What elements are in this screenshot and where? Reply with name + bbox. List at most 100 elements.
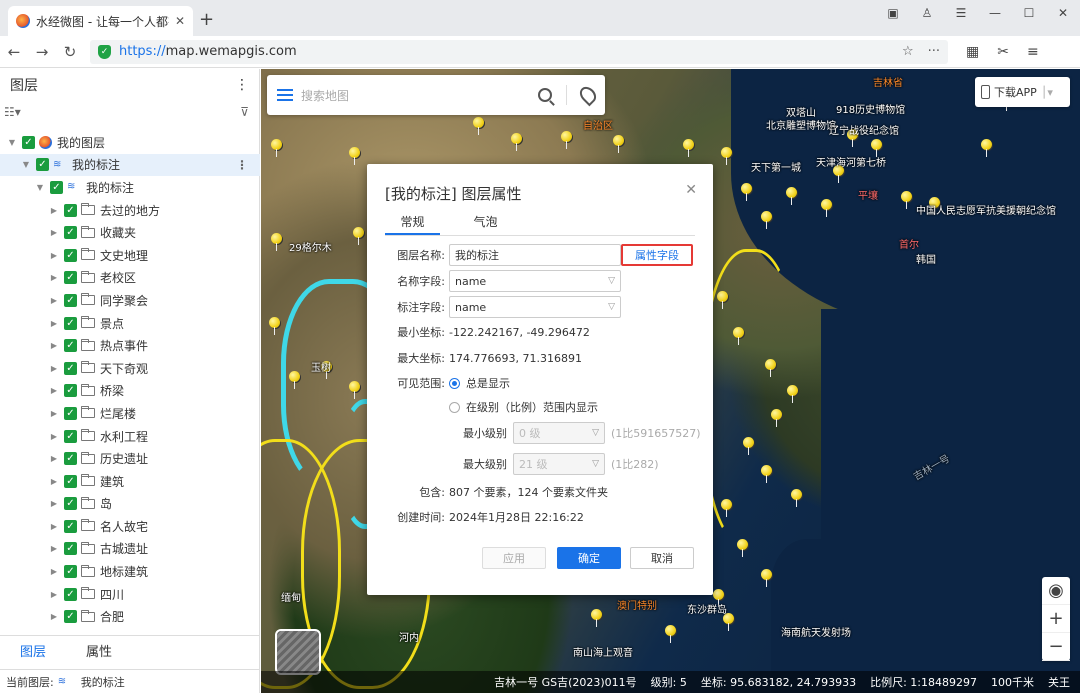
map-marker-pin[interactable]	[791, 489, 802, 507]
layer-name-input[interactable]: 我的标注	[449, 244, 621, 266]
layer-checkbox[interactable]: ✓	[64, 271, 77, 285]
map-marker-pin[interactable]	[787, 385, 798, 403]
map-marker-pin[interactable]	[591, 609, 602, 627]
layer-checkbox[interactable]: ✓	[64, 587, 77, 601]
layer-checkbox[interactable]: ✓	[64, 226, 77, 240]
map-marker-pin[interactable]	[511, 133, 522, 151]
chevron-right-icon[interactable]: ▶	[48, 228, 60, 237]
close-status-button[interactable]: 关王	[1048, 674, 1070, 690]
zoom-in-button[interactable]: +	[1042, 605, 1070, 633]
layer-checkbox[interactable]: ✓	[64, 429, 77, 443]
map-marker-pin[interactable]	[349, 381, 360, 399]
map-marker-pin[interactable]	[721, 499, 732, 517]
layer-checkbox[interactable]: ✓	[64, 565, 77, 579]
search-input[interactable]: 搜索地图	[301, 87, 538, 104]
max-level-select[interactable]: 21 级 ▽	[513, 453, 605, 475]
chevron-right-icon[interactable]: ▶	[48, 432, 60, 441]
layer-checkbox[interactable]: ✓	[64, 474, 77, 488]
map-marker-pin[interactable]	[721, 147, 732, 165]
reload-icon[interactable]: ↻	[56, 43, 84, 61]
layer-tree-row[interactable]: ▶ ✓ 老校区	[0, 267, 260, 290]
menu-icon[interactable]: ☰	[944, 0, 978, 26]
layer-checkbox[interactable]: ✓	[64, 384, 77, 398]
location-pin-icon[interactable]	[576, 83, 600, 107]
chevron-down-icon[interactable]: ▼	[34, 183, 46, 192]
layer-tree-row[interactable]: ▶ ✓ 岛	[0, 493, 260, 516]
layer-tree-row[interactable]: ▶ ✓ 收藏夹	[0, 221, 260, 244]
new-tab-button[interactable]: +	[199, 9, 214, 30]
layer-tree-row[interactable]: ▶ ✓ 同学聚会	[0, 289, 260, 312]
layer-checkbox[interactable]: ✓	[50, 180, 63, 194]
map-marker-pin[interactable]	[771, 409, 782, 427]
layer-checkbox[interactable]: ✓	[64, 339, 77, 353]
map-marker-pin[interactable]	[901, 191, 912, 209]
layer-tree-row[interactable]: ▶ ✓ 名人故宅	[0, 515, 260, 538]
ok-button[interactable]: 确定	[557, 547, 621, 569]
close-icon[interactable]: ✕	[685, 182, 697, 198]
layer-checkbox[interactable]: ✓	[64, 248, 77, 262]
chevron-right-icon[interactable]: ▶	[48, 296, 60, 305]
always-show-radio[interactable]	[449, 377, 460, 389]
chevron-right-icon[interactable]: ▶	[48, 386, 60, 395]
browser-tab[interactable]: 水经微图 - 让每一个人都有自 ✕	[8, 6, 193, 36]
layer-checkbox[interactable]: ✓	[64, 542, 77, 556]
layer-tree-row[interactable]: ▶ ✓ 合肥	[0, 605, 260, 628]
layer-list-icon[interactable]: ☷▾	[4, 105, 21, 119]
chevron-down-icon[interactable]: ▼	[6, 138, 18, 147]
layer-checkbox[interactable]: ✓	[64, 406, 77, 420]
chevron-right-icon[interactable]: ▶	[48, 612, 60, 621]
layer-tree-row[interactable]: ▶ ✓ 古城遗址	[0, 538, 260, 561]
scissors-icon[interactable]: ✂	[997, 44, 1009, 60]
back-icon[interactable]: ←	[0, 43, 28, 61]
map-marker-pin[interactable]	[871, 139, 882, 157]
minimize-icon[interactable]: —	[978, 0, 1012, 26]
min-level-select[interactable]: 0 级 ▽	[513, 422, 605, 444]
map-marker-pin[interactable]	[741, 183, 752, 201]
maximize-icon[interactable]: ☐	[1012, 0, 1046, 26]
download-app-button[interactable]: 下载APP │▾	[975, 77, 1070, 107]
layer-tree-row[interactable]: ▶ ✓ 去过的地方	[0, 199, 260, 222]
map-marker-pin[interactable]	[981, 139, 992, 157]
tab-layers[interactable]: 图层	[0, 641, 66, 660]
tab-close-icon[interactable]: ✕	[175, 14, 185, 28]
map-marker-pin[interactable]	[761, 465, 772, 483]
chevron-right-icon[interactable]: ▶	[48, 477, 60, 486]
layer-checkbox[interactable]: ✓	[64, 519, 77, 533]
more-icon[interactable]: ···	[928, 44, 940, 59]
map-marker-pin[interactable]	[353, 227, 364, 245]
map-marker-pin[interactable]	[821, 199, 832, 217]
map-marker-pin[interactable]	[271, 233, 282, 251]
chevron-right-icon[interactable]: ▶	[48, 590, 60, 599]
star-icon[interactable]: ☆	[902, 44, 914, 59]
layer-tree-row[interactable]: ▼ ✓ ≋ 我的标注	[0, 176, 260, 199]
map-marker-pin[interactable]	[473, 117, 484, 135]
chevron-right-icon[interactable]: ▶	[48, 409, 60, 418]
layer-checkbox[interactable]: ✓	[64, 203, 77, 217]
map-marker-pin[interactable]	[349, 147, 360, 165]
chevron-right-icon[interactable]: ▶	[48, 364, 60, 373]
layer-tree-row[interactable]: ▶ ✓ 热点事件	[0, 334, 260, 357]
chevron-right-icon[interactable]: ▶	[48, 454, 60, 463]
layer-tree-row[interactable]: ▶ ✓ 文史地理	[0, 244, 260, 267]
map-marker-pin[interactable]	[761, 569, 772, 587]
chevron-down-icon[interactable]: ▼	[20, 160, 32, 169]
search-menu-icon[interactable]	[277, 89, 293, 101]
layer-tree-row[interactable]: ▼ ✓ ≋ 我的标注 ⋮	[0, 153, 260, 177]
name-field-select[interactable]: name ▽	[449, 270, 621, 292]
layer-tree-row[interactable]: ▶ ✓ 桥梁	[0, 380, 260, 403]
shirt-icon[interactable]: ♙	[910, 0, 944, 26]
map-marker-pin[interactable]	[717, 291, 728, 309]
layer-checkbox[interactable]: ✓	[36, 158, 49, 172]
chevron-right-icon[interactable]: ▶	[48, 567, 60, 576]
layer-tree-row[interactable]: ▶ ✓ 烂尾楼	[0, 402, 260, 425]
map-marker-pin[interactable]	[613, 135, 624, 153]
chevron-right-icon[interactable]: ▶	[48, 544, 60, 553]
map-marker-pin[interactable]	[761, 211, 772, 229]
chevron-right-icon[interactable]: ▶	[48, 341, 60, 350]
map-marker-pin[interactable]	[561, 131, 572, 149]
layer-tree-row[interactable]: ▶ ✓ 天下奇观	[0, 357, 260, 380]
layer-tree-row[interactable]: ▶ ✓ 历史遗址	[0, 447, 260, 470]
locate-icon[interactable]: ◉	[1042, 577, 1070, 605]
map-marker-pin[interactable]	[786, 187, 797, 205]
apply-button[interactable]: 应用	[482, 547, 546, 569]
